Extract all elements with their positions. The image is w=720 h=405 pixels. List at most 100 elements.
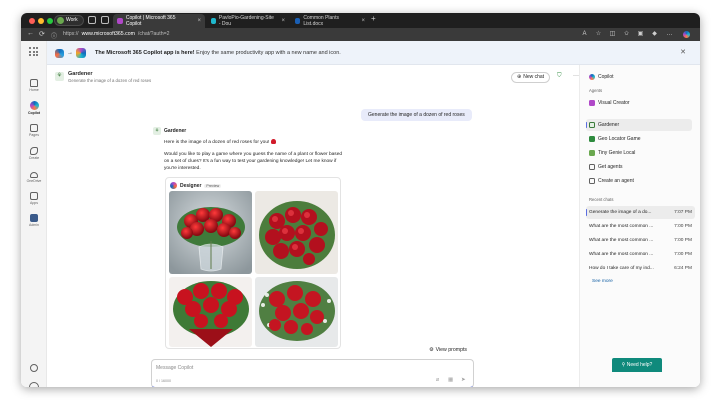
- agent-visual-creator[interactable]: Visual Creator: [586, 97, 692, 109]
- rail-label: Apps: [30, 201, 38, 205]
- panel-copilot[interactable]: Copilot: [586, 71, 692, 83]
- agent-geo-locator[interactable]: Geo Locator Game: [586, 133, 692, 145]
- rail-home[interactable]: Home: [21, 79, 47, 92]
- rail-profile[interactable]: [21, 382, 47, 387]
- close-banner-icon[interactable]: ✕: [680, 48, 686, 56]
- prompts-icon: ⚙: [429, 347, 434, 353]
- help-icon: ⚲: [621, 362, 626, 368]
- profile-icon: [57, 17, 64, 24]
- recent-chat-time: 7:00 PM: [674, 252, 692, 257]
- rose-image-3[interactable]: [169, 277, 252, 347]
- preview-badge: Preview: [204, 183, 222, 188]
- rail-create[interactable]: Create: [21, 147, 47, 160]
- tab-gardening-site[interactable]: PavloPio-Gardening-Site - Dou ×: [207, 14, 289, 28]
- recent-chat-item[interactable]: What are the most common ... 7:00 PM: [586, 234, 695, 247]
- visual-creator-icon: [589, 100, 595, 106]
- split-screen-icon[interactable]: ◫: [609, 31, 616, 38]
- rail-settings[interactable]: [21, 364, 47, 372]
- site-info-icon[interactable]: ⓘ: [51, 31, 57, 40]
- recent-chat-title: What are the most common ...: [589, 238, 654, 243]
- more-options-icon[interactable]: …: [666, 31, 673, 38]
- profile-button[interactable]: Work: [54, 15, 84, 26]
- refresh-icon[interactable]: ⟳: [39, 30, 45, 38]
- attach-icon[interactable]: ⌀: [436, 377, 439, 383]
- collections-icon[interactable]: ▣: [637, 31, 644, 38]
- settings-gear-icon: [30, 364, 38, 372]
- send-icon[interactable]: ➤: [461, 377, 466, 383]
- geo-locator-icon: [589, 136, 595, 142]
- bot-message-line1: Here is the image of a dozen of red rose…: [164, 139, 344, 147]
- rail-admin[interactable]: Admin: [21, 214, 47, 227]
- agents-heading: Agents: [589, 88, 603, 93]
- chat-header: ⚘ Gardener Generate the image of a dozen…: [47, 65, 594, 89]
- url-field[interactable]: https://www.microsoft365.com/chat/?auth=…: [63, 30, 583, 39]
- message-input[interactable]: [156, 364, 456, 372]
- read-aloud-icon[interactable]: A: [581, 31, 588, 38]
- close-tab-icon[interactable]: ×: [197, 18, 201, 24]
- create-agent-button[interactable]: Create an agent: [586, 175, 692, 187]
- new-chat-button[interactable]: ⊕ New chat: [511, 72, 551, 83]
- banner-text: The Microsoft 365 Copilot app is here! E…: [95, 50, 341, 56]
- close-window-button[interactable]: [29, 18, 35, 24]
- rail-label: Admin: [29, 223, 39, 227]
- agent-gardener[interactable]: Gardener: [586, 119, 692, 131]
- rail-onedrive[interactable]: OneDrive: [21, 170, 47, 183]
- recent-chat-item[interactable]: What are the most common ... 7:00 PM: [586, 220, 695, 233]
- tab-plants-doc[interactable]: Common Plants List.docx ×: [291, 14, 369, 28]
- home-icon: [30, 79, 38, 87]
- tab-actions-icon[interactable]: [88, 16, 96, 24]
- shield-check-icon[interactable]: ⛉: [557, 73, 562, 80]
- maximize-window-button[interactable]: [47, 18, 53, 24]
- designer-label: Designer: [180, 182, 202, 189]
- profile-label: Work: [66, 17, 78, 23]
- copilot-icon: [589, 74, 595, 80]
- message-composer: 0 / 16000 ⌀ ▦ ➤: [151, 359, 474, 387]
- new-tab-icon[interactable]: +: [371, 14, 376, 23]
- close-tab-icon[interactable]: ×: [361, 18, 365, 24]
- rail-label: Create: [28, 156, 40, 160]
- app-launcher-icon[interactable]: [29, 47, 38, 56]
- designer-header: Designer Preview: [170, 182, 222, 189]
- rose-image-4[interactable]: [255, 277, 338, 347]
- rail-apps[interactable]: Apps: [21, 192, 47, 205]
- rose-image-1[interactable]: [169, 191, 252, 274]
- banner-bold: The Microsoft 365 Copilot app is here!: [95, 50, 195, 56]
- favorite-star-icon[interactable]: ☆: [595, 31, 602, 38]
- view-prompts-button[interactable]: ⚙ View prompts: [429, 347, 467, 353]
- copilot-sidebar-icon[interactable]: [683, 31, 690, 38]
- close-tab-icon[interactable]: ×: [281, 18, 285, 24]
- extensions-icon[interactable]: ◆: [651, 31, 658, 38]
- left-rail: Home Copilot Pages Create OneDrive Apps: [21, 41, 47, 387]
- agent-label: Get agents: [598, 164, 623, 170]
- vertical-tabs-icon[interactable]: [101, 16, 109, 24]
- chat-subtitle: Generate the image of a dozen of red ros…: [68, 78, 152, 83]
- announcement-banner: → The Microsoft 365 Copilot app is here!…: [47, 41, 700, 65]
- see-more-link[interactable]: See more: [592, 279, 613, 284]
- bot-message-line2: Would you like to play a game where you …: [164, 152, 343, 171]
- rose-image-2[interactable]: [255, 191, 338, 274]
- back-icon[interactable]: ←: [27, 30, 34, 37]
- rail-pages[interactable]: Pages: [21, 124, 47, 137]
- admin-icon: [30, 214, 38, 222]
- add-content-icon[interactable]: ▦: [448, 377, 453, 383]
- need-help-button[interactable]: ⚲ Need help?: [612, 358, 662, 372]
- right-panel: Copilot Agents Visual Creator Gardener G…: [579, 65, 700, 387]
- rail-copilot[interactable]: Copilot: [21, 101, 47, 115]
- recent-chat-item[interactable]: What are the most common ... 7:00 PM: [586, 248, 695, 261]
- get-agents-button[interactable]: Get agents: [586, 161, 692, 173]
- tiny-genie-icon: [589, 150, 595, 156]
- recent-chat-time: 7:00 PM: [674, 238, 692, 243]
- recent-chat-time: 7:00 PM: [674, 224, 692, 229]
- recent-chat-item[interactable]: How do I take care of my ind... 6:24 PM: [586, 262, 695, 275]
- designer-card: Designer Preview: [165, 177, 341, 349]
- tab-copilot[interactable]: Copilot | Microsoft 365 Copilot ×: [113, 14, 205, 28]
- rail-label: Home: [29, 88, 39, 92]
- recent-chats-heading: Recent chats: [589, 197, 614, 202]
- recent-chat-item[interactable]: Generate the image of a do... 7:07 PM: [586, 206, 695, 219]
- agent-tiny-genie[interactable]: Tiny Genie Local: [586, 147, 692, 159]
- recent-chat-time: 6:24 PM: [674, 266, 692, 271]
- favorites-icon[interactable]: ✩: [623, 31, 630, 38]
- need-help-label: Need help?: [626, 362, 653, 368]
- avatar: [29, 382, 39, 387]
- minimize-window-button[interactable]: [38, 18, 44, 24]
